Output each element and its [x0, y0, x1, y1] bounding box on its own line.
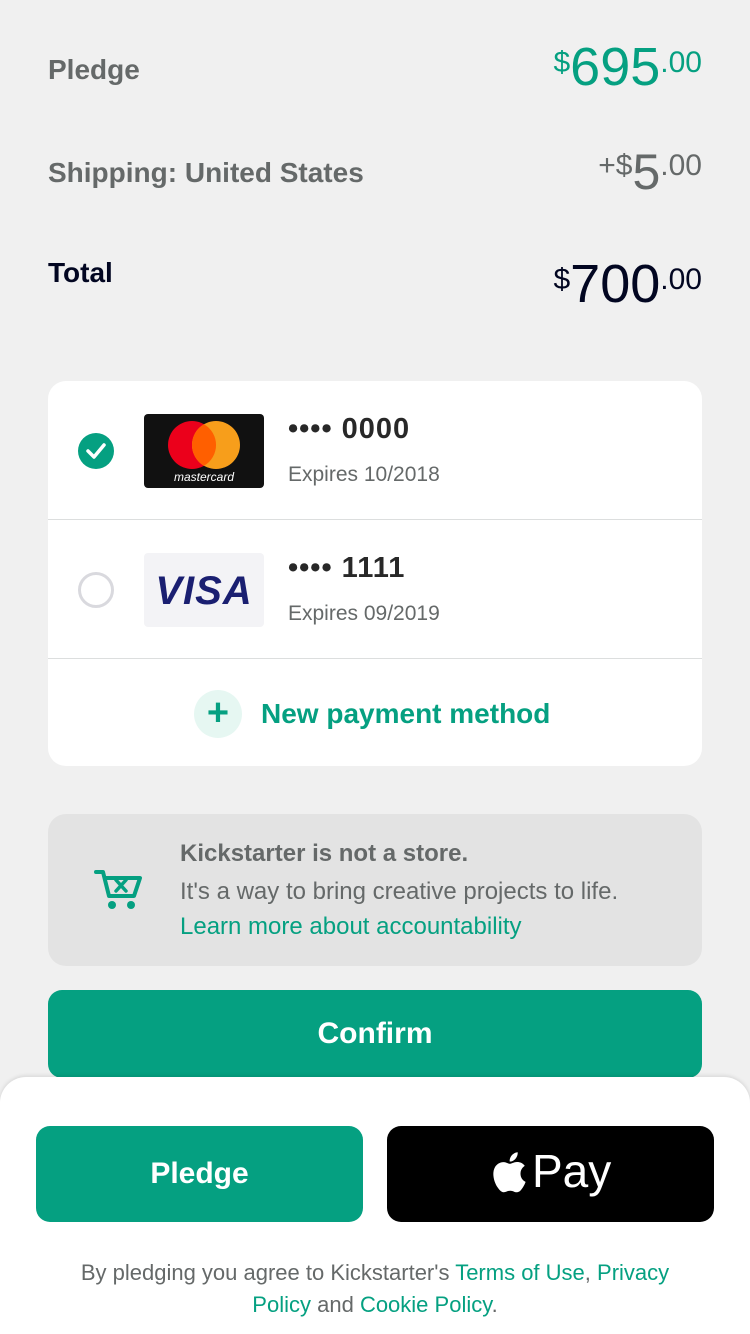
pledge-label: Pledge	[48, 54, 140, 85]
legal-prefix: By pledging you agree to Kickstarter's	[80, 1260, 450, 1285]
amount-prefix: +	[598, 149, 616, 182]
pledge-button[interactable]: Pledge	[36, 1126, 363, 1222]
currency-symbol: $	[553, 46, 571, 79]
apple-pay-button[interactable]: Pay	[387, 1126, 714, 1222]
cookie-policy-link[interactable]: Cookie Policy	[360, 1292, 492, 1317]
pledge-checkout-screen: Pledge $695.00 Shipping: United States +…	[0, 0, 750, 1334]
mastercard-wordmark: mastercard	[173, 470, 235, 484]
pledge-bottom-sheet: Pledge Pay By pledging you agree to Kick…	[0, 1077, 750, 1334]
shipping-label: Shipping: United States	[48, 157, 364, 188]
not-a-store-body: It's a way to bring creative projects to…	[180, 878, 619, 905]
not-a-store-notice: Kickstarter is not a store. It's a way t…	[48, 814, 702, 966]
legal-text: By pledging you agree to Kickstarter's T…	[60, 1257, 690, 1321]
legal-comma: ,	[584, 1260, 591, 1285]
not-a-store-title: Kickstarter is not a store.	[180, 840, 469, 867]
confirm-button[interactable]: Confirm	[48, 990, 702, 1078]
new-payment-method-button[interactable]: + New payment method	[48, 659, 702, 766]
new-payment-method-label: New payment method	[261, 698, 551, 729]
shipping-amount: +$5.00	[598, 147, 702, 197]
amount-whole: 5	[632, 144, 661, 200]
unselected-radio-icon[interactable]	[78, 572, 114, 608]
apple-pay-label: Pay	[532, 1145, 612, 1197]
visa-logo-icon: VISA	[144, 553, 264, 627]
amount-cents: .00	[660, 263, 702, 296]
shipping-row: Shipping: United States +$5.00	[48, 145, 702, 205]
accountability-link[interactable]: Learn more about accountability	[180, 913, 522, 940]
card-expiry: Expires 10/2018	[288, 463, 440, 486]
terms-of-use-link[interactable]: Terms of Use	[455, 1260, 585, 1285]
amount-cents: .00	[660, 149, 702, 182]
not-a-store-text: It's a way to bring creative projects to…	[180, 874, 680, 944]
legal-and: and	[317, 1292, 354, 1317]
card-number: •••• 1111	[288, 552, 406, 584]
payment-method-visa[interactable]: VISA •••• 1111 Expires 09/2019	[48, 520, 702, 659]
total-row: Total $700.00	[48, 255, 702, 325]
mastercard-logo-icon: mastercard	[144, 414, 264, 488]
total-label: Total	[48, 257, 113, 288]
card-number: •••• 0000	[288, 413, 411, 445]
payment-methods-panel: mastercard •••• 0000 Expires 10/2018 VIS…	[48, 381, 702, 766]
visa-wordmark: VISA	[155, 569, 253, 613]
amount-whole: 700	[570, 254, 661, 314]
total-amount: $700.00	[553, 257, 702, 311]
apple-logo-icon	[493, 1152, 526, 1193]
currency-symbol: $	[615, 149, 633, 182]
payment-method-mastercard[interactable]: mastercard •••• 0000 Expires 10/2018	[48, 381, 702, 520]
amount-cents: .00	[660, 46, 702, 79]
selected-check-icon[interactable]	[78, 433, 114, 469]
pledge-amount-row: Pledge $695.00	[48, 40, 702, 110]
currency-symbol: $	[553, 263, 571, 296]
plus-icon: +	[194, 690, 242, 738]
legal-period: .	[491, 1292, 498, 1317]
card-expiry: Expires 09/2019	[288, 602, 440, 625]
pledge-amount: $695.00	[553, 40, 702, 94]
amount-whole: 695	[570, 37, 661, 97]
cart-x-icon	[94, 870, 142, 909]
